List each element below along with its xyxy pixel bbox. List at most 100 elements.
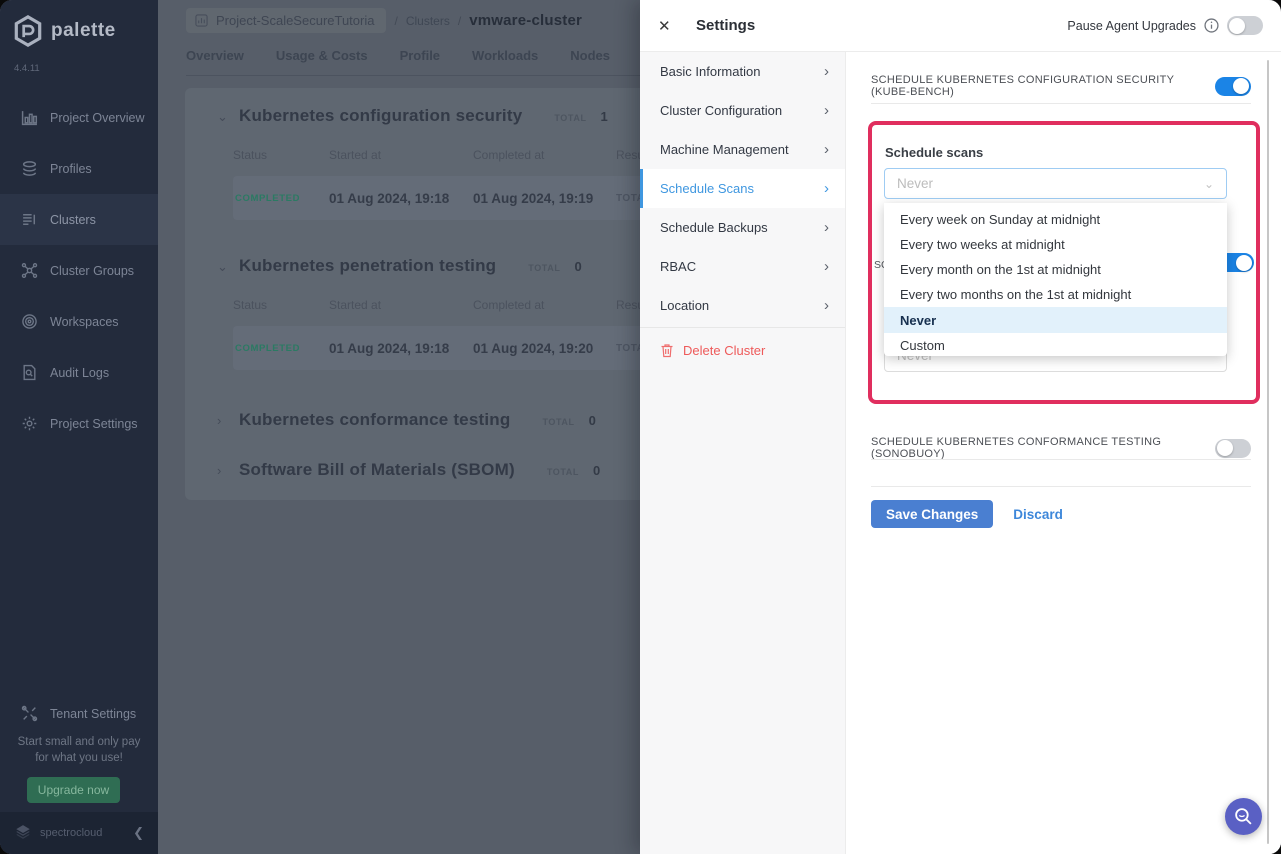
dropdown-option-never[interactable]: Never xyxy=(884,307,1227,333)
started-at: 01 Aug 2024, 19:18 xyxy=(329,341,473,356)
total-label: TOTAL xyxy=(547,467,579,477)
menu-item-machine-management[interactable]: Machine Management› xyxy=(640,130,845,169)
settings-menu: Basic Information› Cluster Configuration… xyxy=(640,52,846,854)
pause-agent-upgrades-label: Pause Agent Upgrades xyxy=(1067,19,1196,33)
status-badge: COMPLETED xyxy=(233,193,329,204)
tutorial-highlight-box: Schedule scans Never ⌄ SC Never Every we… xyxy=(868,121,1260,404)
section-title: Kubernetes conformance testing xyxy=(239,410,510,430)
kube-bench-label: SCHEDULE KUBERNETES CONFIGURATION SECURI… xyxy=(871,74,1215,98)
chevron-down-icon: ⌄ xyxy=(217,109,229,125)
trash-icon xyxy=(660,343,674,358)
menu-item-location[interactable]: Location› xyxy=(640,286,845,325)
sidebar-item-cluster-groups[interactable]: Cluster Groups xyxy=(0,245,158,296)
settings-panel: ✕ Settings Pause Agent Upgrades Basic In… xyxy=(640,0,1281,854)
search-fab-button[interactable] xyxy=(1225,798,1262,835)
sidebar-item-label: Project Overview xyxy=(50,111,144,125)
tab-workloads[interactable]: Workloads xyxy=(472,48,538,63)
col-status: Status xyxy=(233,298,329,312)
menu-item-basic-information[interactable]: Basic Information› xyxy=(640,52,845,91)
menu-item-label: Location xyxy=(660,298,709,313)
section-title: Kubernetes configuration security xyxy=(239,106,522,126)
chevron-down-icon: ⌄ xyxy=(1204,177,1214,191)
toggle-knob xyxy=(1233,78,1249,94)
breadcrumb-project-pill[interactable]: Project-ScaleSecureTutoria xyxy=(186,8,386,33)
dropdown-option-every-week[interactable]: Every week on Sunday at midnight xyxy=(884,207,1227,232)
settings-header: ✕ Settings Pause Agent Upgrades xyxy=(640,0,1281,52)
breadcrumb-separator: / xyxy=(394,14,397,28)
sonobuoy-setting-row: SCHEDULE KUBERNETES CONFORMANCE TESTING … xyxy=(871,436,1251,460)
menu-item-cluster-configuration[interactable]: Cluster Configuration› xyxy=(640,91,845,130)
sidebar-item-workspaces[interactable]: Workspaces xyxy=(0,296,158,347)
menu-item-rbac[interactable]: RBAC › xyxy=(640,247,845,286)
logo-text: palette xyxy=(51,20,116,42)
tab-overview[interactable]: Overview xyxy=(186,48,244,63)
sidebar-item-profiles[interactable]: Profiles xyxy=(0,143,158,194)
chevron-down-icon: ⌄ xyxy=(217,259,229,275)
col-started: Started at xyxy=(329,298,473,312)
select-value: Never xyxy=(897,176,933,191)
dropdown-option-every-two-months[interactable]: Every two months on the 1st at midnight xyxy=(884,282,1227,307)
kube-bench-setting-row: SCHEDULE KUBERNETES CONFIGURATION SECURI… xyxy=(871,74,1251,98)
col-started: Started at xyxy=(329,148,473,162)
collapse-sidebar-icon[interactable]: ❮ xyxy=(133,825,144,841)
upgrade-now-button[interactable]: Upgrade now xyxy=(27,777,120,803)
delete-cluster-button[interactable]: Delete Cluster xyxy=(640,328,845,372)
sidebar-item-label: Workspaces xyxy=(50,315,119,329)
info-icon[interactable] xyxy=(1204,18,1219,33)
col-completed: Completed at xyxy=(473,148,616,162)
tab-nodes[interactable]: Nodes xyxy=(570,48,610,63)
network-icon xyxy=(21,262,38,279)
chevron-right-icon: › xyxy=(824,258,829,275)
tab-profile[interactable]: Profile xyxy=(400,48,440,63)
sidebar-item-clusters[interactable]: Clusters xyxy=(0,194,158,245)
sidebar-footer: spectrocloud ❮ xyxy=(0,812,158,854)
discard-link[interactable]: Discard xyxy=(1013,507,1063,522)
sidebar-tenant-settings-wrap: Tenant Settings xyxy=(0,688,158,739)
chevron-right-icon: › xyxy=(824,63,829,80)
sidebar-item-label: Audit Logs xyxy=(50,366,109,380)
sonobuoy-toggle[interactable] xyxy=(1215,439,1251,458)
schedule-scans-pane: SCHEDULE KUBERNETES CONFIGURATION SECURI… xyxy=(846,52,1281,854)
toggle-knob xyxy=(1236,255,1252,271)
close-icon[interactable]: ✕ xyxy=(658,17,678,35)
save-changes-button[interactable]: Save Changes xyxy=(871,500,993,528)
sidebar-item-label: Profiles xyxy=(50,162,92,176)
schedule-scans-label: Schedule scans xyxy=(885,145,983,160)
menu-item-schedule-backups[interactable]: Schedule Backups› xyxy=(640,208,845,247)
delete-cluster-label: Delete Cluster xyxy=(683,343,765,358)
upgrade-promo-text: Start small and only pay for what you us… xyxy=(0,735,158,766)
project-chart-icon xyxy=(195,14,208,27)
sidebar-item-project-settings[interactable]: Project Settings xyxy=(0,398,158,449)
panel-scrollbar[interactable] xyxy=(1267,60,1269,844)
breadcrumb-separator: / xyxy=(458,14,461,28)
divider xyxy=(871,486,1251,487)
status-badge: COMPLETED xyxy=(233,343,329,354)
pause-agent-upgrades-toggle[interactable] xyxy=(1227,16,1263,35)
palette-logo-icon xyxy=(13,15,43,47)
breadcrumb-clusters-link[interactable]: Clusters xyxy=(406,14,450,28)
schedule-scans-select[interactable]: Never ⌄ xyxy=(884,168,1227,199)
app-version: 4.4.11 xyxy=(14,63,40,74)
toggle-knob xyxy=(1217,440,1233,456)
dropdown-option-every-two-weeks[interactable]: Every two weeks at midnight xyxy=(884,232,1227,257)
total-label: TOTAL xyxy=(542,417,574,427)
kube-bench-toggle[interactable] xyxy=(1215,77,1251,96)
menu-item-label: RBAC xyxy=(660,259,696,274)
brand-footer-text: spectrocloud xyxy=(40,827,102,839)
form-actions: Save Changes Discard xyxy=(871,500,1063,528)
sidebar-item-tenant-settings[interactable]: Tenant Settings xyxy=(0,688,158,739)
divider xyxy=(871,459,1251,460)
sidebar-item-project-overview[interactable]: Project Overview xyxy=(0,92,158,143)
dropdown-option-custom[interactable]: Custom xyxy=(884,333,1227,356)
started-at: 01 Aug 2024, 19:18 xyxy=(329,191,473,206)
sidebar-item-label: Tenant Settings xyxy=(50,707,136,721)
menu-item-schedule-scans[interactable]: Schedule Scans› xyxy=(640,169,845,208)
chevron-right-icon: › xyxy=(824,141,829,158)
total-value: 0 xyxy=(593,463,600,478)
dropdown-option-every-month[interactable]: Every month on the 1st at midnight xyxy=(884,257,1227,282)
tab-usage-costs[interactable]: Usage & Costs xyxy=(276,48,368,63)
sidebar-item-label: Clusters xyxy=(50,213,96,227)
sidebar-item-audit-logs[interactable]: Audit Logs xyxy=(0,347,158,398)
sonobuoy-label: SCHEDULE KUBERNETES CONFORMANCE TESTING … xyxy=(871,436,1215,460)
completed-at: 01 Aug 2024, 19:20 xyxy=(473,341,616,356)
